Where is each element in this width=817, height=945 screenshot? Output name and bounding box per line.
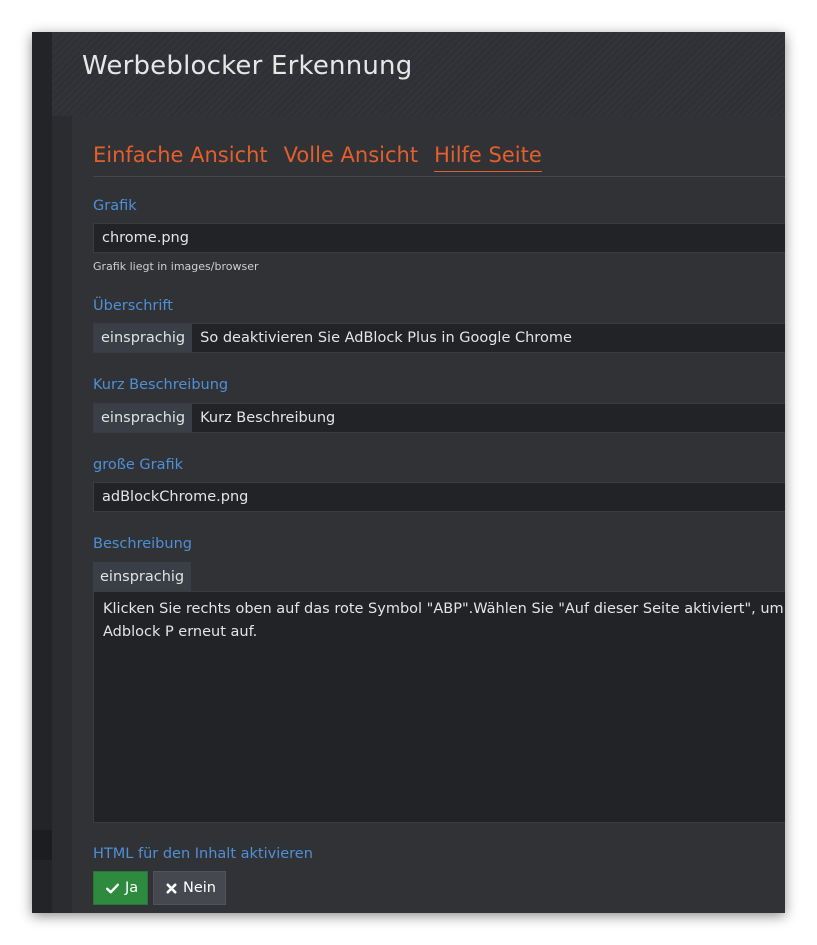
tab-einfache-ansicht[interactable]: Einfache Ansicht bbox=[93, 143, 268, 171]
no-button-label: Nein bbox=[183, 880, 216, 896]
kurz-beschreibung-language-addon[interactable]: einsprachig bbox=[94, 404, 193, 432]
beschreibung-text: Klicken Sie rechts oben auf das rote Sym… bbox=[103, 601, 784, 640]
grafik-label: Grafik bbox=[93, 198, 137, 214]
beschreibung-textarea[interactable]: Klicken Sie rechts oben auf das rote Sym… bbox=[93, 591, 785, 823]
left-sidebar-strip bbox=[32, 32, 52, 913]
grosse-grafik-label: große Grafik bbox=[93, 457, 183, 473]
ueberschrift-input[interactable]: einsprachig So deaktivieren Sie AdBlock … bbox=[93, 323, 785, 353]
ueberschrift-label: Überschrift bbox=[93, 298, 173, 314]
check-icon bbox=[106, 883, 119, 894]
ueberschrift-value: So deaktivieren Sie AdBlock Plus in Goog… bbox=[200, 330, 572, 346]
kurz-beschreibung-input[interactable]: einsprachig Kurz Beschreibung bbox=[93, 403, 785, 433]
grafik-hint: Grafik liegt in images/browser bbox=[93, 260, 259, 273]
no-button[interactable]: Nein bbox=[153, 871, 226, 905]
x-icon bbox=[166, 883, 177, 894]
page-header: Werbeblocker Erkennung bbox=[52, 32, 785, 116]
beschreibung-label: Beschreibung bbox=[93, 536, 192, 552]
yes-button[interactable]: Ja bbox=[93, 871, 148, 905]
tab-bar: Einfache Ansicht Volle Ansicht Hilfe Seite bbox=[93, 143, 785, 177]
kurz-beschreibung-label: Kurz Beschreibung bbox=[93, 377, 229, 393]
tab-volle-ansicht[interactable]: Volle Ansicht bbox=[284, 143, 418, 171]
beschreibung-language-addon[interactable]: einsprachig bbox=[93, 562, 192, 591]
tab-hilfe-seite[interactable]: Hilfe Seite bbox=[434, 143, 542, 172]
kurz-beschreibung-value: Kurz Beschreibung bbox=[200, 410, 336, 426]
yes-button-label: Ja bbox=[125, 880, 139, 896]
ueberschrift-language-addon[interactable]: einsprachig bbox=[94, 324, 193, 352]
grosse-grafik-value: adBlockChrome.png bbox=[102, 489, 249, 505]
html-aktivieren-label: HTML für den Inhalt aktivieren bbox=[93, 846, 313, 862]
app-window: Werbeblocker Erkennung Einfache Ansicht V… bbox=[32, 32, 785, 913]
sidebar-marker bbox=[32, 830, 52, 860]
grafik-input[interactable]: chrome.png bbox=[93, 223, 785, 253]
content-panel: Einfache Ansicht Volle Ansicht Hilfe Seite… bbox=[72, 116, 785, 913]
page-title: Werbeblocker Erkennung bbox=[82, 51, 413, 81]
grafik-value: chrome.png bbox=[102, 230, 189, 246]
grosse-grafik-input[interactable]: adBlockChrome.png bbox=[93, 482, 785, 512]
